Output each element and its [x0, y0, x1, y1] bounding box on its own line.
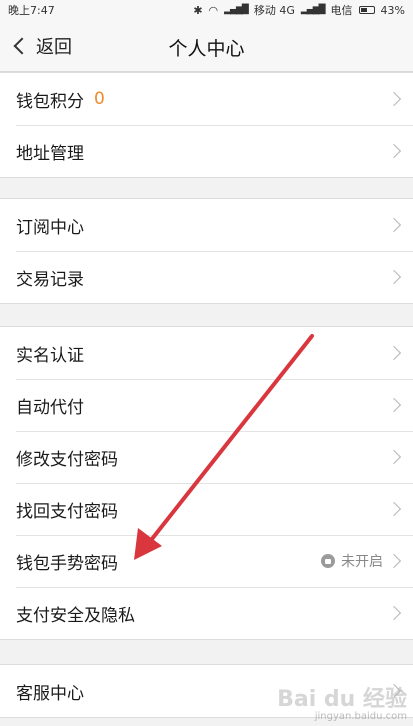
menu-item-label: 支付安全及隐私	[16, 605, 135, 626]
menu-group-subscription: 订阅中心 交易记录	[0, 198, 413, 304]
menu-group-support: 客服中心	[0, 664, 413, 718]
gesture-status: 未开启	[341, 554, 383, 570]
menu-item-label: 找回支付密码	[16, 501, 118, 522]
menu-item-label: 交易记录	[16, 269, 84, 290]
menu-item-label: 实名认证	[16, 345, 84, 366]
menu-item-pay-security-privacy[interactable]: 支付安全及隐私	[0, 587, 413, 639]
menu-item-auto-pay[interactable]: 自动代付	[0, 379, 413, 431]
battery-level: 43%	[380, 3, 405, 17]
menu-item-transactions[interactable]: 交易记录	[0, 251, 413, 303]
signal-icon-2: ▂▄▆█	[300, 5, 326, 15]
menu-item-change-pay-password[interactable]: 修改支付密码	[0, 431, 413, 483]
wifi-icon: ◠	[208, 3, 219, 17]
menu-group-security: 实名认证 自动代付 修改支付密码 找回支付密码 钱包手势密码 未开启 支付安全及…	[0, 326, 413, 640]
carrier-2: 电信	[330, 4, 353, 17]
menu-item-subscription[interactable]: 订阅中心	[0, 199, 413, 251]
menu-item-recover-pay-password[interactable]: 找回支付密码	[0, 483, 413, 535]
chevron-right-icon	[386, 91, 402, 107]
menu-item-label: 钱包积分	[16, 91, 84, 112]
signal-icon: ▂▄▆█	[224, 5, 249, 15]
nav-bar: 返回 个人中心	[0, 20, 413, 72]
battery-icon	[358, 6, 375, 14]
chevron-right-icon	[386, 217, 402, 233]
points-value: 0	[94, 89, 105, 109]
lock-icon	[321, 554, 335, 568]
menu-item-label: 钱包手势密码	[16, 553, 118, 574]
menu-item-label: 客服中心	[16, 683, 84, 704]
back-label: 返回	[36, 37, 72, 58]
menu-item-label: 订阅中心	[16, 217, 84, 238]
back-button[interactable]: 返回	[12, 34, 72, 58]
status-time: 晚上7:47	[8, 4, 55, 17]
chevron-right-icon	[386, 683, 402, 699]
menu-item-wallet-points[interactable]: 钱包积分 0	[0, 73, 413, 125]
chevron-right-icon	[386, 449, 402, 465]
chevron-right-icon	[386, 345, 402, 361]
chevron-right-icon	[386, 143, 402, 159]
chevron-right-icon	[386, 269, 402, 285]
menu-item-label: 地址管理	[16, 143, 84, 164]
carrier-1: 移动 4G	[253, 4, 295, 17]
menu-item-label: 自动代付	[16, 397, 84, 418]
bluetooth-icon: ✱	[193, 3, 203, 17]
chevron-right-icon	[386, 553, 402, 569]
chevron-right-icon	[386, 605, 402, 621]
menu-item-label: 修改支付密码	[16, 449, 118, 470]
chevron-right-icon	[386, 397, 402, 413]
status-bar: 晚上7:47 ✱ ◠ ▂▄▆█ 移动 4G ▂▄▆█ 电信 43%	[0, 0, 413, 20]
menu-item-customer-service[interactable]: 客服中心	[0, 665, 413, 717]
menu-group-wallet: 钱包积分 0 地址管理	[0, 72, 413, 178]
status-indicators: ✱ ◠ ▂▄▆█ 移动 4G ▂▄▆█ 电信 43%	[193, 2, 405, 18]
menu-item-real-name[interactable]: 实名认证	[0, 327, 413, 379]
menu-item-gesture-password[interactable]: 钱包手势密码 未开启	[0, 535, 413, 587]
chevron-right-icon	[386, 501, 402, 517]
menu-item-address[interactable]: 地址管理	[0, 125, 413, 177]
chevron-left-icon	[13, 37, 31, 55]
